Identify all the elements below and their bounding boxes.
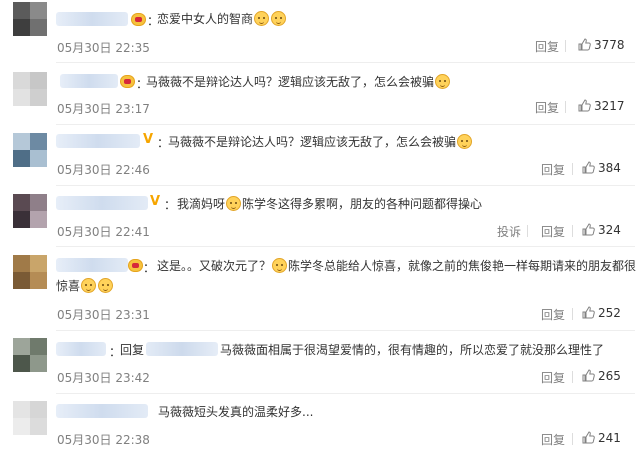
mentioned-user-blurred[interactable] (146, 342, 219, 356)
divider (56, 246, 635, 247)
thumbs-up-icon (582, 306, 595, 319)
thumbs-up-icon (582, 369, 595, 382)
thumbs-up-icon (582, 431, 595, 444)
username-blurred[interactable] (56, 404, 148, 418)
comment-text: 回复 马薇薇面相属于很渴望爱情的，很有情趣的，所以恋爱了就没那么理性了 (120, 342, 605, 357)
thumbs-up-icon (578, 38, 591, 51)
comment-text: 恋爱中女人的智商 (157, 9, 287, 29)
reply-button[interactable]: 回复 (541, 223, 565, 240)
divider (565, 101, 566, 113)
divider (56, 330, 635, 331)
divider (56, 62, 635, 63)
like-button[interactable]: 3778 (578, 38, 625, 52)
divider (572, 433, 573, 445)
avatar[interactable] (13, 338, 47, 372)
avatar[interactable] (13, 133, 47, 167)
verified-v-icon[interactable]: V (143, 132, 153, 147)
timestamp: 05月30日 23:31 (57, 308, 150, 322)
member-badge-icon[interactable] (120, 75, 135, 88)
laugh-cry-emoji-icon (272, 258, 288, 273)
divider (565, 40, 566, 52)
like-button[interactable]: 384 (582, 161, 621, 175)
avatar[interactable] (13, 2, 47, 36)
username-blurred[interactable] (56, 342, 106, 356)
verified-v-icon[interactable]: V (150, 194, 160, 209)
laugh-cry-emoji-icon (226, 196, 242, 211)
avatar[interactable] (13, 255, 47, 289)
report-button[interactable]: 投诉 (497, 223, 521, 240)
sly-emoji-icon (457, 134, 473, 149)
like-count: 384 (598, 161, 621, 175)
like-count: 241 (598, 431, 621, 445)
timestamp: 05月30日 22:35 (57, 41, 150, 55)
like-button[interactable]: 265 (582, 369, 621, 383)
timestamp: 05月30日 23:17 (57, 102, 150, 116)
timestamp: 05月30日 23:42 (57, 371, 150, 385)
timestamp: 05月30日 22:46 (57, 163, 150, 177)
comment-text: 马薇薇不是辩论达人吗？逻辑应该无敌了，怎么会被骗 (168, 132, 473, 152)
like-button[interactable]: 324 (582, 223, 621, 237)
divider (56, 124, 635, 125)
like-button[interactable]: 241 (582, 431, 621, 445)
divider (572, 225, 573, 237)
username-blurred[interactable] (56, 196, 148, 210)
member-badge-icon[interactable] (131, 13, 146, 26)
colon: ： (164, 198, 177, 212)
bye-hands-emoji-icon (81, 278, 97, 293)
divider (56, 185, 635, 186)
reply-button[interactable]: 回复 (535, 38, 559, 55)
comment-text: 马薇薇短头发真的温柔好多... (158, 405, 314, 419)
doge-emoji-icon (254, 11, 270, 26)
like-button[interactable]: 3217 (578, 99, 625, 113)
timestamp: 05月30日 22:41 (57, 225, 150, 239)
reply-button[interactable]: 回复 (541, 431, 565, 448)
reply-button[interactable]: 回复 (535, 99, 559, 116)
reply-button[interactable]: 回复 (541, 161, 565, 178)
avatar[interactable] (13, 194, 47, 228)
divider (56, 393, 635, 394)
comment-text: 马薇薇不是辩论达人吗？逻辑应该无敌了，怎么会被骗 (146, 72, 451, 92)
comment-text: 这是。。又破次元了？ 陈学冬总能给人惊喜，就像之前的焦俊艳一样每期请来的朋友都很惊… (56, 258, 637, 293)
reply-button[interactable]: 回复 (541, 306, 565, 323)
thumbs-up-icon (578, 99, 591, 112)
avatar[interactable] (13, 72, 47, 106)
like-count: 265 (598, 369, 621, 383)
comment-text: 我滴妈呀 陈学冬这得多累啊，朋友的各种问题都得操心 (177, 196, 483, 211)
thumbs-up-icon (582, 161, 595, 174)
bye-hands-emoji-icon (98, 278, 114, 293)
sly-emoji-icon (435, 74, 451, 89)
like-count: 3778 (594, 38, 625, 52)
username-blurred[interactable] (56, 134, 140, 148)
reply-button[interactable]: 回复 (541, 369, 565, 386)
like-count: 252 (598, 306, 621, 320)
like-count: 324 (598, 223, 621, 237)
like-count: 3217 (594, 99, 625, 113)
username-blurred[interactable] (60, 74, 118, 88)
like-button[interactable]: 252 (582, 306, 621, 320)
divider (572, 163, 573, 175)
doge-emoji-icon (271, 11, 287, 26)
divider (527, 225, 528, 237)
divider (572, 308, 573, 320)
divider (572, 371, 573, 383)
avatar[interactable] (13, 401, 47, 435)
thumbs-up-icon (582, 223, 595, 236)
username-blurred[interactable] (56, 12, 128, 26)
timestamp: 05月30日 22:38 (57, 433, 150, 447)
